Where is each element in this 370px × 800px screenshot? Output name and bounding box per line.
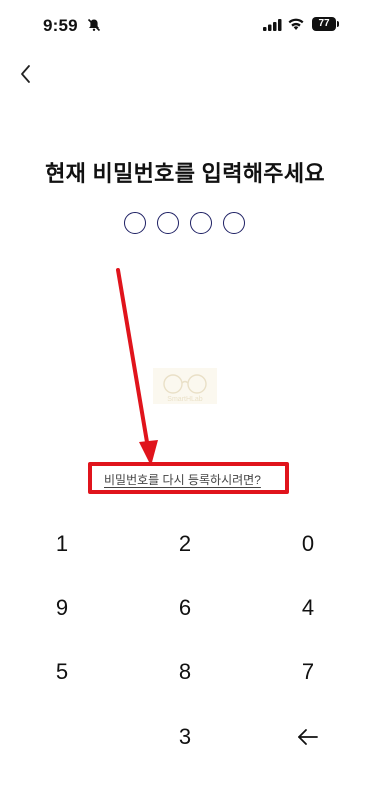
key[interactable]: 1 — [32, 519, 92, 569]
page-title: 현재 비밀번호를 입력해주세요 — [45, 161, 325, 186]
glasses-icon — [163, 374, 207, 394]
back-button[interactable] — [14, 58, 40, 90]
key[interactable]: 8 — [155, 647, 215, 697]
watermark-logo: SmartHLab — [153, 368, 217, 404]
pin-dot — [223, 212, 245, 234]
backspace-key[interactable] — [278, 712, 338, 762]
key[interactable]: 7 — [278, 647, 338, 697]
cellular-signal-icon — [263, 19, 282, 31]
key[interactable]: 5 — [32, 647, 92, 697]
key[interactable]: 4 — [278, 583, 338, 633]
pin-dot — [157, 212, 179, 234]
chevron-left-icon — [21, 65, 30, 83]
key[interactable]: 2 — [155, 519, 215, 569]
annotation-arrow — [116, 268, 158, 466]
key[interactable]: 0 — [278, 519, 338, 569]
wifi-icon — [288, 18, 304, 30]
status-bar: 9:59 77 — [0, 0, 370, 50]
silent-bell-icon — [87, 18, 101, 32]
key[interactable]: 3 — [155, 712, 215, 762]
battery-indicator: 77 — [312, 17, 339, 31]
watermark-text: SmartHLab — [167, 396, 203, 403]
reset-password-link[interactable]: 비밀번호를 다시 등록하시려면? — [104, 471, 261, 488]
key[interactable]: 9 — [32, 583, 92, 633]
pin-dot — [124, 212, 146, 234]
status-time: 9:59 — [43, 16, 78, 35]
pin-dot — [190, 212, 212, 234]
arrow-left-icon — [298, 729, 318, 745]
key[interactable]: 6 — [155, 583, 215, 633]
